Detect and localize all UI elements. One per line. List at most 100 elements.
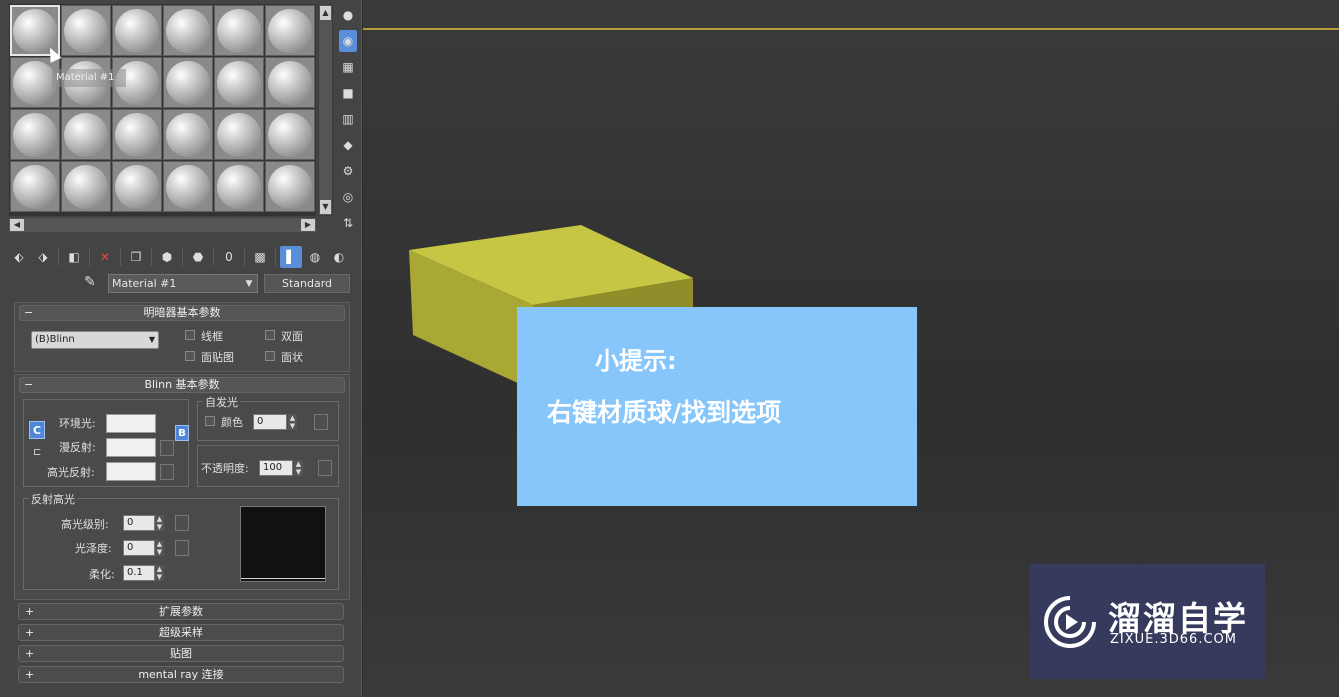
two-sided-checkbox[interactable] <box>265 330 275 340</box>
glossiness-map-button[interactable] <box>175 540 189 556</box>
material-slot[interactable] <box>265 109 315 160</box>
scroll-left-icon[interactable]: ◀ <box>10 219 24 231</box>
material-slot[interactable] <box>163 161 213 212</box>
put-to-library-icon[interactable]: ⬣ <box>187 246 209 268</box>
material-slot[interactable] <box>265 5 315 56</box>
material-type-button[interactable]: Standard <box>264 274 350 293</box>
rollout-maps[interactable]: + 贴图 <box>18 645 344 662</box>
opacity-spinner[interactable]: 100 <box>259 460 293 476</box>
copy-material-icon[interactable]: ❐ <box>125 246 147 268</box>
material-sphere-icon <box>64 8 108 53</box>
self-illum-map-button[interactable] <box>314 414 328 430</box>
specular-map-button[interactable] <box>160 464 174 480</box>
slots-vertical-scrollbar[interactable]: ▲ ▼ <box>318 4 333 216</box>
material-slot[interactable] <box>214 57 264 108</box>
select-by-material-icon[interactable]: ◎ <box>339 186 357 208</box>
face-map-checkbox[interactable] <box>185 351 195 361</box>
rollout-title: 明暗器基本参数 <box>143 306 221 319</box>
chevron-down-icon: ▼ <box>148 335 155 344</box>
face-map-label: 面贴图 <box>201 351 234 364</box>
eyedropper-icon[interactable]: ✎ <box>84 274 104 294</box>
backlight-icon[interactable]: ◉ <box>339 30 357 52</box>
spinner-arrows-icon[interactable]: ▲ ▼ <box>294 460 303 476</box>
assign-to-selection-icon[interactable]: ◧ <box>63 246 85 268</box>
scroll-down-icon[interactable]: ▼ <box>320 200 331 214</box>
sample-type-icon[interactable]: ● <box>339 4 357 26</box>
material-slot[interactable] <box>163 57 213 108</box>
lock-link-icon[interactable]: ⊏ <box>33 447 43 461</box>
options-icon[interactable]: ⚙ <box>339 160 357 182</box>
ambient-color-swatch[interactable] <box>106 414 156 433</box>
3d-viewport[interactable]: 小提示: 右键材质球/找到选项 溜溜自学 ZIXUE.3D66.COM <box>363 0 1339 697</box>
background-icon[interactable]: ▦ <box>339 56 357 78</box>
material-slot[interactable] <box>163 5 213 56</box>
material-slot[interactable] <box>265 57 315 108</box>
material-name-field[interactable]: Material #1 ▼ <box>108 274 258 293</box>
material-slot[interactable] <box>112 109 162 160</box>
uv-tiling-icon[interactable]: ■ <box>339 82 357 104</box>
put-to-scene-icon[interactable]: ⬗ <box>32 246 54 268</box>
lock-b-button[interactable]: B <box>175 425 189 441</box>
side-toolbar: ● ◉ ▦ ■ ▥ ◆ ⚙ ◎ ⇅ <box>337 4 359 234</box>
rollout-mental-ray[interactable]: + mental ray 连接 <box>18 666 344 683</box>
material-slot[interactable] <box>214 109 264 160</box>
material-slot[interactable] <box>112 5 162 56</box>
material-slot[interactable] <box>214 5 264 56</box>
show-map-icon[interactable]: ▩ <box>249 246 271 268</box>
slots-horizontal-scrollbar[interactable]: ◀ ▶ <box>9 218 316 232</box>
video-color-check-icon[interactable]: ▥ <box>339 108 357 130</box>
glossiness-spinner[interactable]: 0 <box>123 540 155 556</box>
expand-icon: + <box>25 647 35 660</box>
specular-level-spinner[interactable]: 0 <box>123 515 155 531</box>
self-illum-spinner[interactable]: 0 <box>253 414 287 430</box>
faceted-checkbox[interactable] <box>265 351 275 361</box>
go-to-parent-icon[interactable]: ◍ <box>304 246 326 268</box>
diffuse-color-swatch[interactable] <box>106 438 156 457</box>
show-end-result-icon[interactable]: ▌ <box>280 246 302 268</box>
material-slot[interactable] <box>265 161 315 212</box>
material-slot[interactable] <box>214 161 264 212</box>
rollout-header[interactable]: − 明暗器基本参数 <box>19 305 345 321</box>
chevron-down-icon[interactable]: ▼ <box>241 276 257 293</box>
rollout-extended-params[interactable]: + 扩展参数 <box>18 603 344 620</box>
spinner-arrows-icon[interactable]: ▲ ▼ <box>155 565 164 581</box>
rollout-supersampling[interactable]: + 超级采样 <box>18 624 344 641</box>
material-slot[interactable] <box>112 161 162 212</box>
spinner-arrows-icon[interactable]: ▲ ▼ <box>155 540 164 556</box>
material-id-icon[interactable]: 0 <box>218 246 240 268</box>
go-forward-sibling-icon[interactable]: ◐ <box>328 246 350 268</box>
material-slot[interactable] <box>61 5 111 56</box>
spinner-arrows-icon[interactable]: ▲ ▼ <box>288 414 297 430</box>
reset-map-icon[interactable]: ✕ <box>94 246 116 268</box>
self-illum-color-label: 颜色 <box>221 416 243 429</box>
material-slot[interactable] <box>163 109 213 160</box>
rollout-header[interactable]: − Blinn 基本参数 <box>19 377 345 393</box>
material-slot[interactable] <box>10 161 60 212</box>
self-illum-color-checkbox[interactable] <box>205 416 215 426</box>
material-sphere-icon <box>115 164 159 209</box>
material-sphere-icon <box>13 112 57 157</box>
expand-icon: + <box>25 626 35 639</box>
material-sphere-icon <box>217 112 261 157</box>
material-slot[interactable] <box>61 109 111 160</box>
diffuse-map-button[interactable] <box>160 440 174 456</box>
make-preview-icon[interactable]: ◆ <box>339 134 357 156</box>
wire-checkbox[interactable] <box>185 330 195 340</box>
material-sphere-icon <box>166 164 210 209</box>
collapse-icon: − <box>24 306 34 319</box>
soften-spinner[interactable]: 0.1 <box>123 565 155 581</box>
lock-c-button[interactable]: C <box>29 421 45 439</box>
spinner-arrows-icon[interactable]: ▲ ▼ <box>155 515 164 531</box>
material-sphere-icon <box>166 112 210 157</box>
scroll-up-icon[interactable]: ▲ <box>320 6 331 20</box>
material-navigator-icon[interactable]: ⇅ <box>339 212 357 234</box>
specular-color-swatch[interactable] <box>106 462 156 481</box>
material-slot[interactable] <box>61 161 111 212</box>
opacity-map-button[interactable] <box>318 460 332 476</box>
shader-dropdown[interactable]: (B)Blinn ▼ <box>31 331 159 349</box>
scroll-right-icon[interactable]: ▶ <box>301 219 315 231</box>
material-slot[interactable] <box>10 109 60 160</box>
get-material-icon[interactable]: ⬖ <box>8 246 30 268</box>
specular-level-map-button[interactable] <box>175 515 189 531</box>
make-unique-icon[interactable]: ⬢ <box>156 246 178 268</box>
